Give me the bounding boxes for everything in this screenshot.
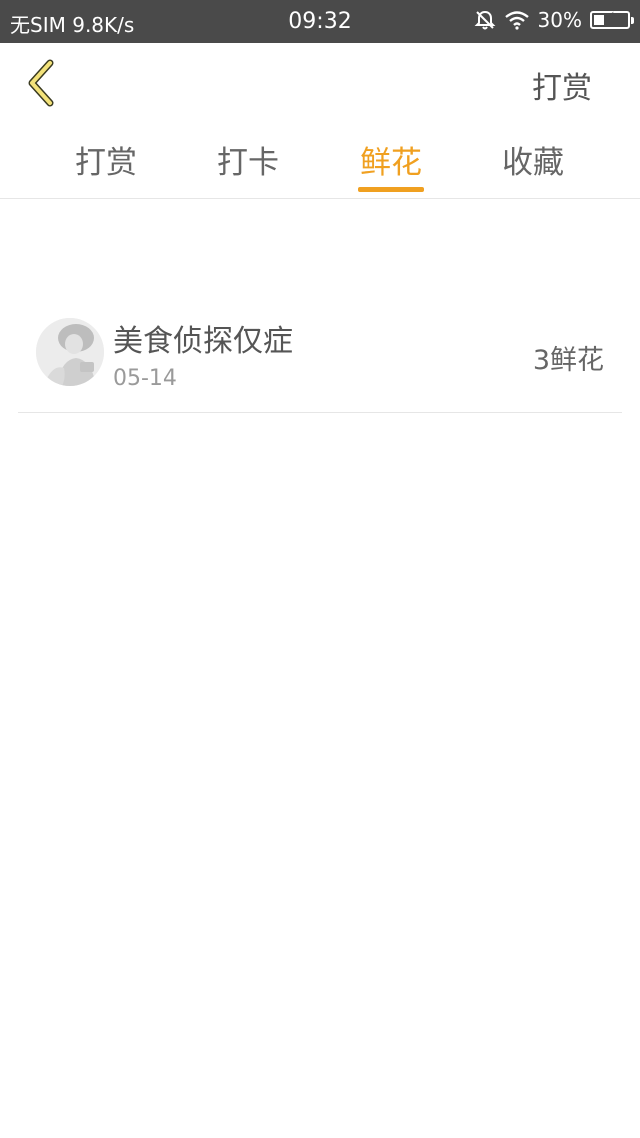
status-bar: 无SIM 9.8K/s 09:32 30% ⚡ <box>0 0 640 43</box>
tab-bar: 打赏 打卡 鲜花 收藏 <box>0 123 640 199</box>
tab-checkin[interactable]: 打卡 <box>177 137 319 182</box>
charging-bolt-icon: ⚡ <box>605 10 615 26</box>
tab-flowers[interactable]: 鲜花 <box>320 137 462 182</box>
tab-favorites[interactable]: 收藏 <box>462 137 604 182</box>
battery-percent: 30% <box>537 8 582 32</box>
item-name: 美食侦探仅症 <box>113 324 293 359</box>
flower-count: 3鲜花 <box>532 345 604 376</box>
status-right: 30% ⚡ <box>474 8 634 32</box>
reward-action-button[interactable]: 打赏 <box>532 63 592 107</box>
avatar <box>36 318 104 386</box>
mute-icon <box>474 9 496 31</box>
active-tab-indicator <box>358 187 424 192</box>
wifi-icon <box>504 10 530 30</box>
back-button[interactable] <box>22 55 62 111</box>
list-item[interactable]: 美食侦探仅症 05-14 3鲜花 <box>18 300 622 413</box>
top-bar: 打赏 <box>0 43 640 123</box>
battery-icon: ⚡ <box>590 10 634 29</box>
tab-reward[interactable]: 打赏 <box>35 137 177 182</box>
flower-list: 美食侦探仅症 05-14 3鲜花 <box>18 300 622 413</box>
chevron-left-icon <box>28 59 54 107</box>
item-date: 05-14 <box>113 366 177 391</box>
